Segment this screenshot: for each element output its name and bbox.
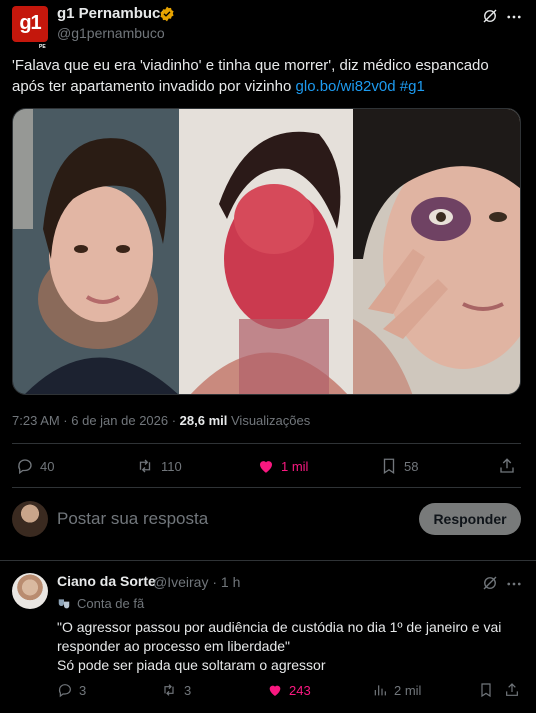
g1-avatar[interactable]: g1 PE bbox=[12, 6, 48, 50]
post-text: 'Falava que eu era 'viadinho' e tinha qu… bbox=[12, 55, 522, 97]
post-date[interactable]: 7:23 AM · 6 de jan de 2026 · bbox=[12, 413, 180, 428]
more-options-icon[interactable] bbox=[505, 8, 523, 26]
verified-badge-icon bbox=[159, 6, 175, 22]
bookmark-count: 58 bbox=[404, 458, 419, 474]
repost-action[interactable]: 3 bbox=[160, 682, 191, 698]
analytics-icon bbox=[374, 685, 386, 696]
reply-text-line: "O agressor passou por audiência de cust… bbox=[57, 619, 502, 654]
divider bbox=[0, 560, 536, 561]
reply-input[interactable]: Postar sua resposta bbox=[57, 509, 208, 529]
like-count: 1 mil bbox=[281, 458, 309, 474]
bookmark-action[interactable] bbox=[478, 682, 494, 698]
share-icon bbox=[500, 458, 514, 473]
post-timestamp: 7:23 AM · 6 de jan de 2026 · 28,6 mil Vi… bbox=[12, 413, 310, 428]
reply-author-name[interactable]: Ciano da Sorte bbox=[57, 573, 156, 589]
heart-icon bbox=[269, 685, 281, 696]
repost-icon bbox=[139, 459, 151, 473]
user-avatar[interactable] bbox=[12, 501, 48, 537]
author-handle[interactable]: @g1pernambuco bbox=[57, 25, 165, 41]
post-hashtag[interactable]: #g1 bbox=[400, 78, 425, 95]
repost-action[interactable]: 110 bbox=[135, 457, 182, 475]
reply-action[interactable]: 3 bbox=[57, 682, 86, 698]
views-count: 2 mil bbox=[394, 682, 422, 698]
repost-count: 110 bbox=[161, 458, 182, 474]
fan-account-badge: Conta de fã bbox=[57, 596, 144, 611]
like-count: 243 bbox=[289, 682, 311, 698]
reply-count: 3 bbox=[79, 682, 87, 698]
more-options-icon[interactable] bbox=[505, 575, 523, 593]
photo-black-eye bbox=[352, 109, 520, 394]
bookmark-icon bbox=[383, 458, 395, 475]
heart-icon bbox=[260, 461, 272, 473]
divider bbox=[12, 443, 521, 444]
reply-icon bbox=[58, 684, 71, 698]
share-action[interactable] bbox=[498, 457, 516, 475]
photo-injured-blurred bbox=[179, 109, 353, 394]
bookmark-action[interactable]: 58 bbox=[380, 457, 418, 475]
post-link[interactable]: glo.bo/wi82v0d bbox=[296, 78, 396, 95]
reply-count: 40 bbox=[40, 458, 55, 474]
author-name[interactable]: g1 Pernambuco bbox=[57, 5, 170, 22]
bookmark-icon bbox=[481, 683, 491, 698]
reply-button[interactable]: Responder bbox=[419, 503, 521, 535]
repost-icon bbox=[164, 684, 174, 696]
reply-text: "O agressor passou por audiência de cust… bbox=[57, 618, 527, 675]
post-media-image[interactable] bbox=[12, 108, 521, 395]
grok-icon[interactable] bbox=[481, 574, 499, 592]
views-label: Visualizações bbox=[231, 413, 311, 428]
divider bbox=[12, 487, 521, 488]
share-action[interactable] bbox=[504, 682, 520, 698]
views-count: 28,6 mil bbox=[179, 413, 228, 428]
share-icon bbox=[506, 683, 518, 696]
grok-icon[interactable] bbox=[481, 7, 499, 25]
views-action[interactable]: 2 mil bbox=[372, 682, 421, 698]
reply-author-meta[interactable]: @Iveiray · 1 h bbox=[153, 574, 240, 590]
like-action[interactable]: 1 mil bbox=[257, 457, 308, 475]
fan-account-label: Conta de fã bbox=[77, 596, 145, 611]
avatar-logo-text: g1 bbox=[19, 12, 41, 34]
reply-icon bbox=[18, 459, 32, 475]
reply-action[interactable]: 40 bbox=[16, 457, 54, 475]
repost-count: 3 bbox=[184, 682, 192, 698]
reply-text-line: Só pode ser piada que soltaram o agresso… bbox=[57, 657, 326, 673]
reply-author-avatar[interactable] bbox=[12, 573, 48, 609]
photo-portrait bbox=[13, 109, 180, 394]
like-action[interactable]: 243 bbox=[267, 682, 311, 698]
masks-icon bbox=[58, 598, 70, 608]
